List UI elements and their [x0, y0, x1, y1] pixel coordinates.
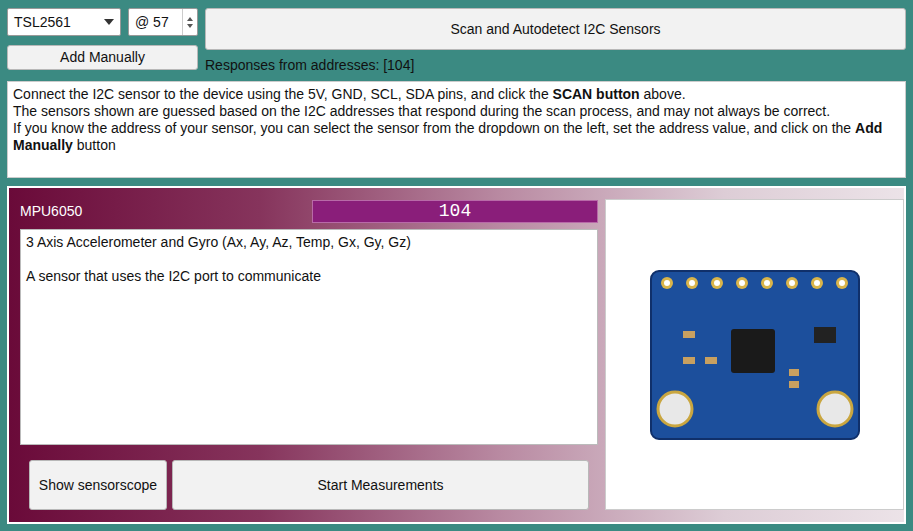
start-measurements-button[interactable]: Start Measurements — [172, 460, 589, 510]
responses-text: Responses from addresses: [104] — [205, 50, 906, 73]
dropdown-arrow-icon[interactable] — [104, 19, 114, 25]
info-line: The sensors shown are guessed based on t… — [13, 103, 900, 120]
info-line: If you know the address of your sensor, … — [13, 120, 900, 154]
address-value[interactable]: @ 57 — [135, 12, 182, 33]
up-arrow-icon[interactable] — [187, 17, 193, 21]
info-text: button — [73, 137, 116, 153]
info-text: The sensors shown are guessed based on t… — [13, 103, 830, 119]
down-arrow-icon[interactable] — [187, 24, 193, 28]
scan-button[interactable]: Scan and Autodetect I2C Sensors — [205, 8, 906, 50]
sensor-photo — [605, 199, 904, 510]
sensor-card: MPU6050 104 3 Axis Accelerometer and Gyro … — [7, 186, 906, 524]
info-text: SCAN button — [553, 86, 640, 102]
info-text: Connect the I2C sensor to the device usi… — [13, 86, 553, 102]
description-line: 3 Axis Accelerometer and Gyro (Ax, Ay, A… — [26, 234, 592, 251]
add-manually-button[interactable]: Add Manually — [7, 45, 198, 70]
address-value: 104 — [439, 201, 471, 221]
info-text: If you know the address of your sensor, … — [13, 120, 855, 136]
sensorscope-button[interactable]: Show sensorscope — [29, 460, 167, 510]
spin-arrows[interactable] — [182, 9, 197, 35]
mpu6050-board-icon — [649, 269, 861, 441]
sensor-dropdown[interactable]: TSL2561 — [7, 8, 121, 36]
sensor-title-row: MPU6050 104 — [20, 199, 598, 223]
info-line: Connect the I2C sensor to the device usi… — [13, 86, 900, 103]
address-display: 104 — [312, 200, 598, 223]
sensor-description: 3 Axis Accelerometer and Gyro (Ax, Ay, A… — [20, 229, 598, 445]
description-line: A sensor that uses the I2C port to commu… — [26, 268, 592, 285]
sensor-controls: TSL2561 @ 57 — [7, 8, 198, 36]
dropdown-value[interactable]: TSL2561 — [14, 12, 104, 33]
address-spinbox[interactable]: @ 57 — [128, 8, 198, 36]
sensor-name: MPU6050 — [20, 201, 82, 222]
info-box: Connect the I2C sensor to the device usi… — [7, 81, 906, 178]
info-text: above. — [640, 86, 686, 102]
card-buttons: Show sensorscopeStart Measurements — [20, 445, 598, 510]
